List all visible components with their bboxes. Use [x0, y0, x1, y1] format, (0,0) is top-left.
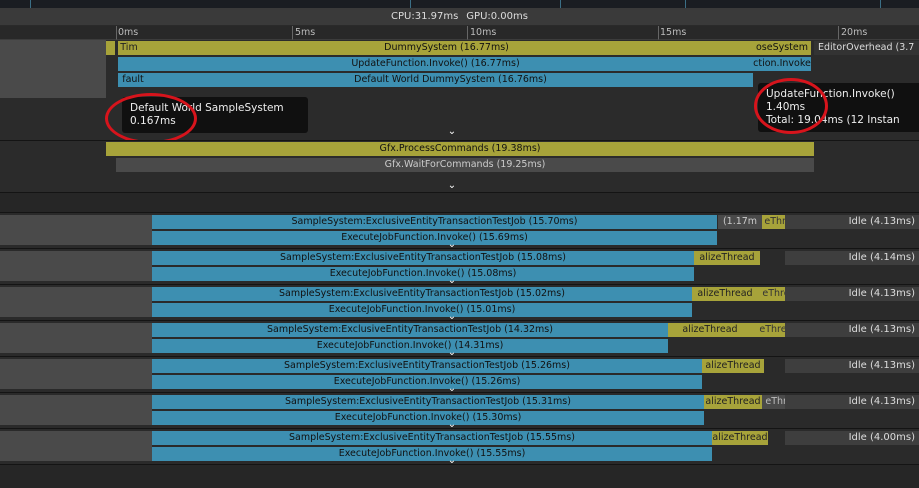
execute-job-bar[interactable]: ExecuteJobFunction.Invoke() (15.69ms) — [152, 231, 717, 245]
ruler-label: 15ms — [660, 27, 687, 38]
ruler-label: 20ms — [841, 27, 868, 38]
job-bar[interactable]: SampleSystem:ExclusiveEntityTransactionT… — [152, 251, 694, 265]
render-thread-band: Gfx.ProcessCommands (19.38ms) Gfx.WaitFo… — [0, 140, 919, 193]
idle-label[interactable]: Idle (4.13ms) — [785, 359, 919, 373]
update-function-bar[interactable]: UpdateFunction.Invoke() (16.77ms) — [118, 57, 753, 71]
update-function-bar-right[interactable]: ction.Invoke — [753, 57, 811, 71]
default-world-dummysystem-bar[interactable]: Default World DummySystem (16.76ms) — [148, 73, 753, 87]
job-bar[interactable]: SampleSystem:ExclusiveEntityTransactionT… — [152, 215, 717, 229]
execute-job-bar[interactable]: ExecuteJobFunction.Invoke() (14.31ms) — [152, 339, 668, 353]
cpu-time: CPU:31.97ms — [391, 11, 459, 22]
worker-thread-row: SampleSystem:ExclusiveEntityTransactionT… — [0, 392, 919, 430]
gpu-time: GPU:0.00ms — [466, 11, 528, 22]
worker-gap — [0, 215, 152, 245]
worker-thread-row: SampleSystem:ExclusiveEntityTransactionT… — [0, 320, 919, 358]
timeline-marker[interactable] — [106, 41, 115, 55]
finalize-thread-bar[interactable]: alizeThread — [712, 431, 768, 445]
bottom-band — [0, 464, 919, 488]
empty-thread-band — [0, 192, 919, 213]
gfx-process-commands-bar[interactable]: Gfx.ProcessCommands (19.38ms) — [106, 142, 814, 156]
finalize-thread-bar[interactable]: alizeThread — [694, 251, 760, 265]
time-block[interactable]: Tim — [118, 41, 140, 55]
worker-gap — [0, 431, 152, 461]
worker-thread-row: SampleSystem:ExclusiveEntityTransactionT… — [0, 428, 919, 466]
annotation-circle — [754, 78, 828, 134]
dummysystem-bar[interactable]: DummySystem (16.77ms) — [140, 41, 753, 55]
main-thread-idle[interactable] — [0, 40, 106, 98]
execute-job-bar[interactable]: ExecuteJobFunction.Invoke() (15.55ms) — [152, 447, 712, 461]
worker-thread-row: SampleSystem:ExclusiveEntityTransactionT… — [0, 356, 919, 394]
worker-thread-row: SampleSystem:ExclusiveEntityTransactionT… — [0, 248, 919, 286]
job-bar[interactable]: SampleSystem:ExclusiveEntityTransactionT… — [152, 323, 668, 337]
job-bar[interactable]: SampleSystem:ExclusiveEntityTransactionT… — [152, 431, 712, 445]
job-bar[interactable]: SampleSystem:ExclusiveEntityTransactionT… — [152, 287, 692, 301]
ruler-label: 5ms — [295, 27, 316, 38]
worker-gap — [0, 323, 152, 353]
worker-gap — [0, 395, 152, 425]
time-ruler[interactable]: 0ms 5ms 10ms 15ms 20ms — [0, 26, 919, 40]
worker-gap — [0, 287, 152, 317]
finalize-thread-bar[interactable]: alizeThread — [702, 359, 764, 373]
execute-job-bar[interactable]: ExecuteJobFunction.Invoke() (15.01ms) — [152, 303, 692, 317]
worker-gap — [0, 251, 152, 281]
execute-job-bar[interactable]: ExecuteJobFunction.Invoke() (15.26ms) — [152, 375, 702, 389]
main-thread-band: Tim DummySystem (16.77ms) oseSystem Edit… — [0, 40, 919, 144]
worker-gap — [0, 359, 152, 389]
frame-chart-strip[interactable] — [0, 0, 919, 8]
idle-label[interactable]: Idle (4.00ms) — [785, 431, 919, 445]
idle-label[interactable]: Idle (4.13ms) — [785, 323, 919, 337]
dispose-system-bar[interactable]: oseSystem — [753, 41, 811, 55]
worker-thread-row: SampleSystem:ExclusiveEntityTransactionT… — [0, 212, 919, 250]
idle-label[interactable]: Idle (4.13ms) — [785, 287, 919, 301]
default-world-small-bar[interactable]: fault — [118, 73, 148, 87]
timing-header: CPU:31.97ms GPU:0.00ms — [0, 8, 919, 26]
expand-chevron-icon[interactable]: ⌄ — [445, 127, 459, 137]
worker-thread-row: SampleSystem:ExclusiveEntityTransactionT… — [0, 284, 919, 322]
expand-chevron-icon[interactable]: ⌄ — [445, 181, 459, 191]
execute-job-bar[interactable]: ExecuteJobFunction.Invoke() (15.30ms) — [152, 411, 704, 425]
gfx-wait-for-commands-bar[interactable]: Gfx.WaitForCommands (19.25ms) — [116, 158, 814, 172]
annotation-circle — [105, 93, 197, 144]
execute-job-bar[interactable]: ExecuteJobFunction.Invoke() (15.08ms) — [152, 267, 694, 281]
idle-label[interactable]: Idle (4.13ms) — [785, 215, 919, 229]
editor-overhead-bar[interactable]: EditorOverhead (3.7 — [814, 41, 919, 55]
ruler-label: 0ms — [118, 27, 139, 38]
finalize-bar[interactable]: (1.17m — [718, 215, 762, 229]
job-bar[interactable]: SampleSystem:ExclusiveEntityTransactionT… — [152, 395, 704, 409]
finalize-thread-bar[interactable]: alizeThread — [668, 323, 752, 337]
finalize-thread-bar[interactable]: alizeThread — [704, 395, 762, 409]
job-bar[interactable]: SampleSystem:ExclusiveEntityTransactionT… — [152, 359, 702, 373]
finalize-thread-bar[interactable]: alizeThread — [692, 287, 758, 301]
idle-label[interactable]: Idle (4.13ms) — [785, 395, 919, 409]
idle-label[interactable]: Idle (4.14ms) — [785, 251, 919, 265]
ruler-label: 10ms — [470, 27, 497, 38]
